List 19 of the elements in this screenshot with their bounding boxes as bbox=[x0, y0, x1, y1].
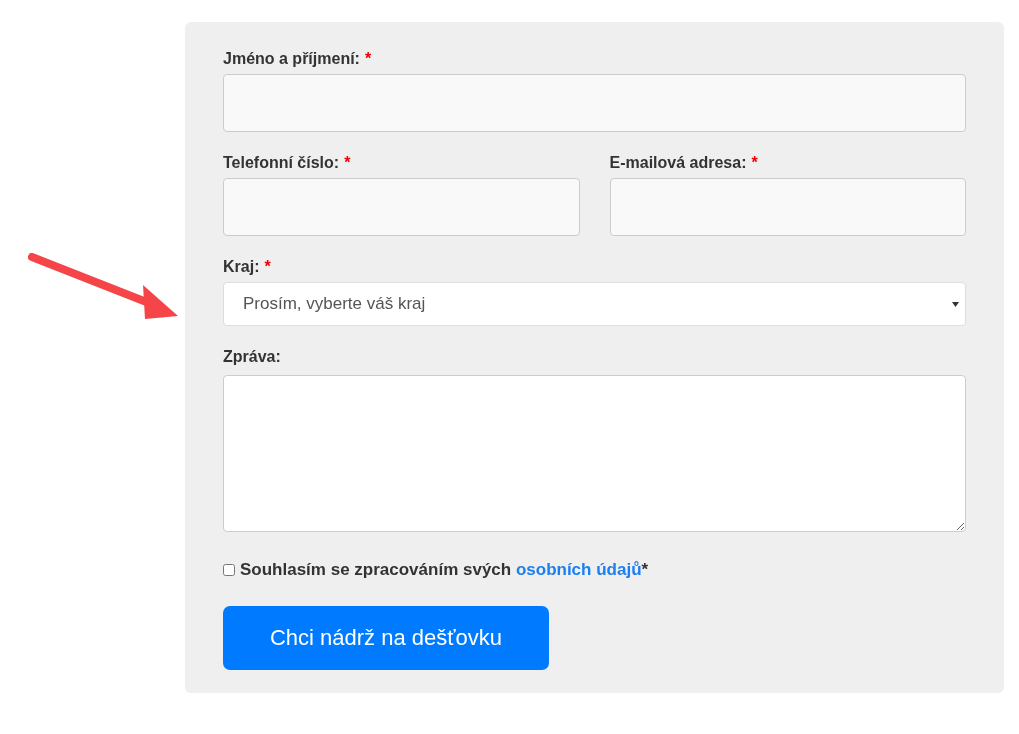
field-label: Zpráva: bbox=[223, 348, 281, 366]
required-mark: * bbox=[364, 50, 372, 68]
input-field[interactable] bbox=[223, 74, 966, 132]
input-field[interactable] bbox=[609, 178, 966, 236]
field-label: Kraj: bbox=[223, 258, 260, 276]
consent-checkbox[interactable] bbox=[223, 564, 235, 576]
message-field[interactable] bbox=[223, 375, 966, 532]
input-field[interactable] bbox=[223, 178, 580, 236]
required-mark: * bbox=[344, 154, 351, 172]
field-label: Telefonní číslo: bbox=[223, 154, 340, 172]
caret-icon bbox=[952, 301, 959, 307]
privacy-link[interactable]: osobních údajů bbox=[515, 560, 642, 579]
required-mark: * bbox=[751, 154, 758, 172]
submit-button[interactable]: Chci nádrž na dešťovku bbox=[223, 606, 549, 670]
field-label: Jméno a příjmení: bbox=[223, 50, 360, 68]
consent-text: Souhlasím se zpracováním svých osobních údajů* bbox=[240, 560, 649, 580]
required-mark: * bbox=[264, 258, 271, 276]
select-field[interactable]: Prosím, vyberte váš kraj bbox=[223, 282, 966, 326]
field-label: E-mailová adresa: bbox=[609, 154, 747, 172]
